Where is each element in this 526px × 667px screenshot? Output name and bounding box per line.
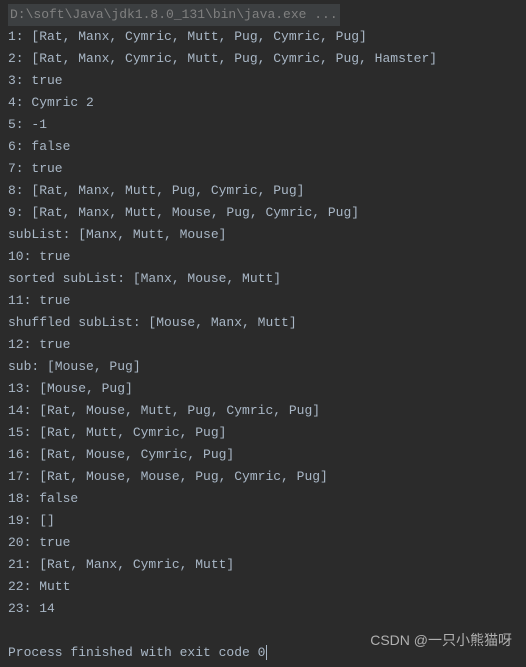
watermark: CSDN @一只小熊猫呀 [370, 629, 512, 651]
output-line: 12: true [8, 334, 518, 356]
output-line: 3: true [8, 70, 518, 92]
output-line: 15: [Rat, Mutt, Cymric, Pug] [8, 422, 518, 444]
output-line: sub: [Mouse, Pug] [8, 356, 518, 378]
output-line: 4: Cymric 2 [8, 92, 518, 114]
output-line: sorted subList: [Manx, Mouse, Mutt] [8, 268, 518, 290]
output-line: 8: [Rat, Manx, Mutt, Pug, Cymric, Pug] [8, 180, 518, 202]
output-line: 1: [Rat, Manx, Cymric, Mutt, Pug, Cymric… [8, 26, 518, 48]
output-line: shuffled subList: [Mouse, Manx, Mutt] [8, 312, 518, 334]
output-line: subList: [Manx, Mutt, Mouse] [8, 224, 518, 246]
output-line: 9: [Rat, Manx, Mutt, Mouse, Pug, Cymric,… [8, 202, 518, 224]
output-line: 7: true [8, 158, 518, 180]
output-line: 22: Mutt [8, 576, 518, 598]
output-line: 20: true [8, 532, 518, 554]
console-output: D:\soft\Java\jdk1.8.0_131\bin\java.exe .… [8, 4, 518, 664]
output-line: 18: false [8, 488, 518, 510]
cursor-icon [266, 645, 267, 660]
output-line: 16: [Rat, Mouse, Cymric, Pug] [8, 444, 518, 466]
output-line: 2: [Rat, Manx, Cymric, Mutt, Pug, Cymric… [8, 48, 518, 70]
output-line: 10: true [8, 246, 518, 268]
output-line: 17: [Rat, Mouse, Mouse, Pug, Cymric, Pug… [8, 466, 518, 488]
output-line: 13: [Mouse, Pug] [8, 378, 518, 400]
output-line: 21: [Rat, Manx, Cymric, Mutt] [8, 554, 518, 576]
output-line: 19: [] [8, 510, 518, 532]
output-line: 23: 14 [8, 598, 518, 620]
output-line: 14: [Rat, Mouse, Mutt, Pug, Cymric, Pug] [8, 400, 518, 422]
command-line: D:\soft\Java\jdk1.8.0_131\bin\java.exe .… [8, 4, 518, 26]
output-line: 5: -1 [8, 114, 518, 136]
output-line: 11: true [8, 290, 518, 312]
output-line: 6: false [8, 136, 518, 158]
